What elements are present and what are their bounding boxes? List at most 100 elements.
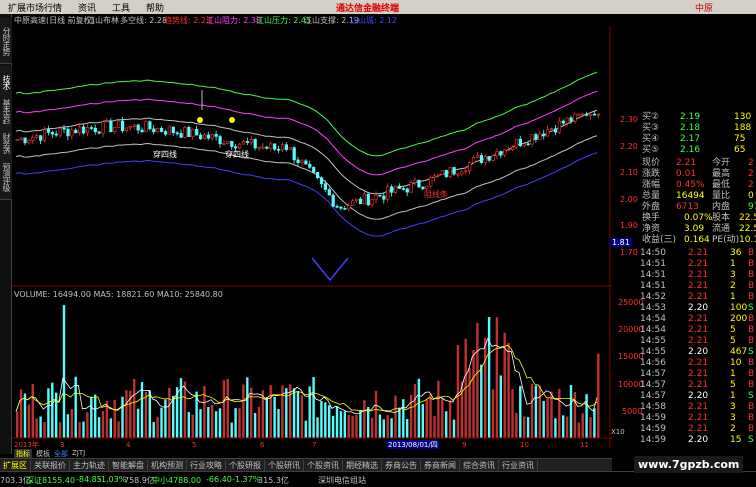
volume-bar <box>429 393 432 438</box>
menu-tools[interactable]: 工具 <box>104 1 138 14</box>
bottom-tab[interactable]: 行业资讯 <box>499 459 538 471</box>
volume-bar <box>320 401 323 438</box>
chart-title: 中原高速(日线 前复权) <box>14 15 95 25</box>
legend-pressure: 江山压力: 2.45 <box>256 15 311 25</box>
fund-label: 换手 <box>642 213 661 223</box>
bottom-tab[interactable]: 扩展区 <box>0 459 31 471</box>
volume-bar <box>257 406 261 438</box>
fund-value: 22.5 <box>739 213 756 223</box>
volume-bar <box>133 379 136 438</box>
volume-bar <box>452 419 456 438</box>
candle-body <box>167 126 172 135</box>
tick-time: 14:54 <box>640 325 666 335</box>
status-item: -1.03% <box>98 475 127 484</box>
tick-volume: 1 <box>730 369 736 379</box>
menu-help[interactable]: 帮助 <box>138 1 172 14</box>
left-side-tabs: 分时走势 技术分析 基本资料 财务透视 预测评级 <box>0 14 12 454</box>
tick-price: 2.21 <box>688 281 709 291</box>
fund-value: 3.09 <box>684 224 705 234</box>
candle-body <box>280 144 285 151</box>
candle-body <box>105 120 109 123</box>
status-item: -66.40 <box>206 475 232 484</box>
promo-banner[interactable]: 通达信金融终端 <box>336 1 399 14</box>
candle-body <box>54 133 58 136</box>
bottom-tab[interactable]: 行业攻略 <box>187 459 226 471</box>
tick-row: 14:59 2.21 2 B <box>612 424 756 435</box>
candle-body <box>565 117 569 124</box>
bottom-tab[interactable]: 券商公告 <box>382 459 421 471</box>
tab-zjtj[interactable]: ZJTJ <box>72 449 85 457</box>
volume-bar <box>203 386 206 438</box>
stat-value: 0.45% <box>676 180 705 190</box>
order-volume: 188 <box>734 123 752 133</box>
menu-extended-market[interactable]: 扩展市场行情 <box>0 1 70 14</box>
side-tab-intraday[interactable]: 分时走势 <box>0 18 12 64</box>
tick-price: 2.21 <box>688 336 709 346</box>
volume-bar <box>398 407 401 438</box>
menu-news[interactable]: 资讯 <box>70 1 104 14</box>
candle-body <box>296 159 300 163</box>
tick-side: S <box>748 435 754 445</box>
bottom-tab[interactable]: 关联报价 <box>31 459 70 471</box>
tick-row: 14:55 2.20 467 S <box>612 347 756 358</box>
volume-bar <box>296 391 300 438</box>
bottom-tab[interactable]: 主力轨迹 <box>70 459 109 471</box>
status-item: 深证8155.40 <box>26 476 76 485</box>
tick-volume: 1 <box>730 292 736 302</box>
volume-bar <box>347 415 350 438</box>
volume-bar <box>484 337 487 438</box>
candle-body <box>70 129 74 137</box>
volume-bar <box>476 322 479 438</box>
status-item: 758.9亿 <box>124 476 155 485</box>
status-item: 中小4788.00 <box>152 476 202 485</box>
bottom-tab[interactable]: 券商新闻 <box>421 459 460 471</box>
candle-body <box>386 186 390 200</box>
tick-side: B <box>748 336 755 346</box>
tick-volume: 5 <box>730 380 736 390</box>
tick-volume: 3 <box>730 413 736 423</box>
volume-bar <box>394 395 397 438</box>
tick-price: 2.21 <box>688 259 709 269</box>
volume-bar <box>526 417 530 438</box>
volume-bar <box>499 375 502 438</box>
legend-resistance: 江山阻力: 2.38 <box>206 15 261 25</box>
order-price: 2.19 <box>680 112 701 122</box>
candle-body <box>121 120 125 132</box>
volume-bar <box>23 393 27 438</box>
side-tab-rating[interactable]: 预测评级 <box>0 154 12 200</box>
bottom-tab[interactable]: 个股研报 <box>226 459 265 471</box>
candle-body <box>577 113 581 116</box>
candle-body <box>362 193 367 205</box>
bottom-tab[interactable]: 期经精选 <box>343 459 382 471</box>
volume-bar <box>226 378 229 438</box>
bottom-tab[interactable]: 综合资讯 <box>460 459 499 471</box>
date-tick: 10 <box>520 441 529 449</box>
bottom-tab[interactable]: 个股研讯 <box>265 459 304 471</box>
volume-bar <box>472 350 475 438</box>
stat-label: 最高 <box>712 169 731 179</box>
volume-bar <box>530 383 534 438</box>
bottom-tab[interactable]: 机构预测 <box>148 459 187 471</box>
volume-bar <box>378 414 382 438</box>
bottom-tab[interactable]: 个股资讯 <box>304 459 343 471</box>
order-price: 2.18 <box>680 123 701 133</box>
order-label: 买⑤ <box>642 145 660 155</box>
candle-body <box>241 141 246 145</box>
volume-bar <box>277 409 280 438</box>
date-tick: 2013/08/01/四 <box>388 441 438 449</box>
bottom-tab[interactable]: 智能解盘 <box>109 459 148 471</box>
tick-side: B <box>748 292 755 302</box>
volume-bar <box>101 411 105 438</box>
order-book-row: 买⑤ 2.16 65 <box>612 145 756 156</box>
date-tick: 7 <box>312 441 316 449</box>
candle-body <box>487 156 491 161</box>
kline-chart[interactable]: 中原高速(日线 前复权) 江山布林 多空线: 2.28 趋势线: 2.23 江山… <box>12 14 612 458</box>
candle-body <box>124 127 129 132</box>
fund-label: 收益(三) <box>642 235 677 245</box>
tick-side: B <box>748 380 755 390</box>
volume-bar <box>487 317 491 438</box>
candle-body <box>588 113 593 116</box>
volume-bar <box>417 378 421 438</box>
volume-bar <box>172 395 175 438</box>
candle-body <box>31 136 35 141</box>
